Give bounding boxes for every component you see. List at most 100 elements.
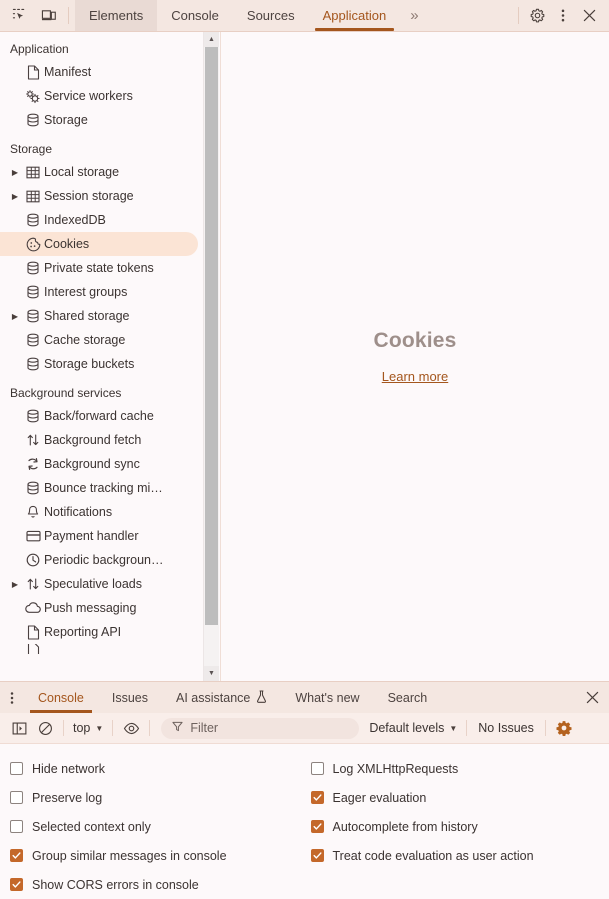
frames-icon [22,644,44,654]
setting-eager-evaluation[interactable]: Eager evaluation [310,783,609,812]
checkbox[interactable] [310,762,324,775]
application-panel: Application Manifest Service workers Sto… [0,32,609,681]
close-drawer-icon[interactable] [575,682,609,713]
setting-label: Selected context only [32,819,151,834]
sidebar-item-label: Background fetch [44,433,142,447]
sidebar-item-speculative-loads[interactable]: ▶ Speculative loads [0,572,198,596]
checkbox[interactable] [10,849,23,862]
toolbar-separator [466,720,468,736]
tab-elements-label: Elements [89,8,144,23]
sidebar-item-label: Periodic backgroun… [44,553,164,567]
setting-log-xmlhttprequests[interactable]: Log XMLHttpRequests [310,754,609,783]
sidebar-item-label: Cookies [44,237,90,251]
database-icon [22,357,44,371]
sidebar-item-session-storage[interactable]: ▶ Session storage [0,184,198,208]
setting-label: Treat code evaluation as user action [332,848,534,863]
sidebar-item-notifications[interactable]: Notifications [0,500,198,524]
sidebar-item-periodic-background-sync[interactable]: Periodic backgroun… [0,548,198,572]
setting-group-similar-messages[interactable]: Group similar messages in console [10,841,305,870]
expand-twisty-icon[interactable]: ▶ [8,192,22,201]
setting-label: Group similar messages in console [32,848,227,863]
expand-twisty-icon[interactable]: ▶ [8,168,22,177]
sidebar-item-bounce-tracking-mitigations[interactable]: Bounce tracking mi… [0,476,198,500]
clear-console-icon[interactable] [32,717,58,739]
checkbox[interactable] [10,791,23,804]
setting-autocomplete-from-history[interactable]: Autocomplete from history [310,812,609,841]
setting-show-cors-errors[interactable]: Show CORS errors in console [10,870,305,899]
tab-sources-label: Sources [246,8,295,23]
show-console-sidebar-icon[interactable] [6,717,32,739]
drawer-tab-whats-new[interactable]: What's new [281,682,373,713]
sidebar-item-label: Reporting API [44,625,122,639]
checkbox[interactable] [10,762,23,775]
sidebar-item-shared-storage[interactable]: ▶ Shared storage [0,304,198,328]
sidebar-item-cookies[interactable]: Cookies [0,232,198,256]
sidebar-item-push-messaging[interactable]: Push messaging [0,596,198,620]
expand-twisty-icon[interactable]: ▶ [8,312,22,321]
drawer-tab-whats-new-label: What's new [295,690,360,705]
tab-elements[interactable]: Elements [75,0,158,31]
section-title-background-services: Background services [10,386,122,400]
checkbox[interactable] [10,878,23,891]
sidebar-item-background-fetch[interactable]: Background fetch [0,428,198,452]
setting-selected-context-only[interactable]: Selected context only [10,812,305,841]
setting-hide-network[interactable]: Hide network [10,754,305,783]
checkbox[interactable] [310,849,324,862]
cloud-icon [22,602,44,614]
drawer-tab-console[interactable]: Console [24,682,98,713]
sidebar-item-clipped[interactable] [0,644,198,654]
console-settings-gear-icon[interactable] [551,717,577,739]
sidebar-item-cache-storage[interactable]: Cache storage [0,328,198,352]
sidebar-item-private-state-tokens[interactable]: Private state tokens [0,256,198,280]
drawer-more-options-icon[interactable] [0,682,24,713]
sidebar-item-payment-handler[interactable]: Payment handler [0,524,198,548]
sidebar-item-storage-buckets[interactable]: Storage buckets [0,352,198,376]
devtools-main-tabbar: Elements Console Sources Application » [0,0,609,32]
checkbox[interactable] [310,820,324,833]
sidebar-item-label: Bounce tracking mi… [44,481,163,495]
expand-twisty-icon[interactable]: ▶ [8,580,22,589]
more-tabs-icon[interactable]: » [400,0,428,31]
live-expression-icon[interactable] [118,717,144,739]
settings-gear-icon[interactable] [525,4,549,28]
sidebar-item-manifest[interactable]: Manifest [0,60,198,84]
drawer-tab-issues[interactable]: Issues [98,682,162,713]
sidebar-item-back-forward-cache[interactable]: Back/forward cache [0,404,198,428]
setting-preserve-log[interactable]: Preserve log [10,783,305,812]
sidebar-item-background-sync[interactable]: Background sync [0,452,198,476]
setting-label: Preserve log [32,790,103,805]
settings-right-column: Log XMLHttpRequests Eager evaluation Aut… [305,754,609,899]
inspect-element-icon[interactable] [6,4,32,28]
console-settings-panel: Hide network Preserve log Selected conte… [0,744,609,899]
sidebar-item-indexeddb[interactable]: IndexedDB [0,208,198,232]
learn-more-link[interactable]: Learn more [382,369,448,384]
log-levels-selector[interactable]: Default levels ▼ [365,721,461,735]
drawer-tab-ai-assistance[interactable]: AI assistance [162,682,281,713]
execution-context-value: top [73,721,91,735]
console-filter-input[interactable]: Filter [161,717,360,739]
setting-treat-code-evaluation-as-user-action[interactable]: Treat code evaluation as user action [310,841,609,870]
sidebar-item-label: Back/forward cache [44,409,154,423]
sidebar-item-reporting-api[interactable]: Reporting API [0,620,198,644]
more-options-icon[interactable] [551,4,575,28]
execution-context-selector[interactable]: top ▼ [69,721,107,735]
sidebar-item-local-storage[interactable]: ▶ Local storage [0,160,198,184]
drawer-tab-search[interactable]: Search [374,682,442,713]
device-toolbar-icon[interactable] [36,4,62,28]
close-devtools-icon[interactable] [577,4,601,28]
tab-sources[interactable]: Sources [233,0,309,31]
sidebar-item-storage[interactable]: Storage [0,108,198,132]
scroll-up-arrow-icon[interactable]: ▲ [204,32,219,47]
tab-application[interactable]: Application [309,0,401,31]
tab-console[interactable]: Console [157,0,233,31]
sidebar-item-interest-groups[interactable]: Interest groups [0,280,198,304]
checkbox[interactable] [310,791,324,804]
sidebar-scrollbar[interactable]: ▲ ▼ [203,32,219,681]
setting-label: Hide network [32,761,105,776]
issues-status[interactable]: No Issues [472,721,540,735]
sidebar-item-service-workers[interactable]: Service workers [0,84,198,108]
checkbox[interactable] [10,820,23,833]
scroll-down-arrow-icon[interactable]: ▼ [204,666,219,681]
scrollbar-thumb[interactable] [205,47,218,625]
application-sidebar: Application Manifest Service workers Sto… [0,32,221,681]
